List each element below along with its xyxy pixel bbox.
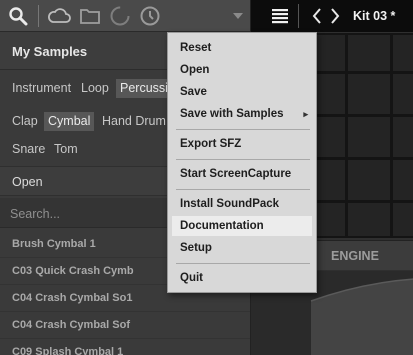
menu-item-save[interactable]: Save [172,82,312,102]
chevron-right-icon[interactable] [330,8,340,27]
library-title: My Samples [12,44,88,59]
tab-cymbal[interactable]: Cymbal [44,112,95,131]
menu-item-label: Save [180,86,207,98]
hamburger-icon[interactable] [272,8,288,27]
menu-item-setup[interactable]: Setup [172,238,312,258]
cloud-icon[interactable] [47,4,71,28]
menu-separator [176,129,310,130]
browser-toolbar [0,0,250,32]
menu-item-export-sfz[interactable]: Export SFZ [172,134,312,154]
pad[interactable] [348,203,390,236]
pad[interactable] [393,117,413,157]
menu-item-label: Export SFZ [180,138,242,150]
menu-item-label: Reset [180,42,212,54]
menu-separator [176,263,310,264]
toolbar-divider [38,5,39,27]
clock-icon[interactable] [138,4,162,28]
header-divider [298,4,299,28]
menu-item-label: Start ScreenCapture [180,168,292,180]
folder-icon[interactable] [78,4,102,28]
tab-loop[interactable]: Loop [77,79,113,98]
menu-item-label: Install SoundPack [180,198,280,210]
pad[interactable] [348,74,390,114]
menu-separator [176,159,310,160]
menu-item-label: Quit [180,272,203,284]
pad[interactable] [393,160,413,200]
menu-item-start-screencapture[interactable]: Start ScreenCapture [172,164,312,184]
menu-item-quit[interactable]: Quit [172,268,312,288]
file-name: C04 Crash Cymbal Sof [12,319,130,331]
menu-item-open[interactable]: Open [172,60,312,80]
file-name: C03 Quick Crash Cymb [12,265,134,277]
file-name: C09 Splash Cymbal 1 [12,346,124,355]
tab-snare[interactable]: Snare [8,140,49,159]
file-name: C04 Crash Cymbal So1 [12,292,133,304]
tab-percussion[interactable]: Percussion [116,79,170,98]
tab-tom[interactable]: Tom [50,140,82,159]
tab-hand-drum[interactable]: Hand Drum [98,112,170,131]
tab-instrument[interactable]: Instrument [8,79,75,98]
menu-item-label: Save with Samples [180,108,284,120]
open-label: Open [12,175,43,189]
tab-clap[interactable]: Clap [8,112,42,131]
pad[interactable] [393,35,413,71]
menu-separator [176,189,310,190]
menu-item-label: Setup [180,242,212,254]
search-icon[interactable] [6,4,30,28]
chevron-left-icon[interactable] [312,8,322,27]
dropdown-arrow-icon[interactable] [230,4,246,28]
menu-item-save-with-samples[interactable]: Save with Samples ▸ [172,104,312,124]
submenu-arrow-icon: ▸ [303,109,308,119]
pad[interactable] [348,160,390,200]
file-name: Brush Cymbal 1 [12,238,96,250]
list-item[interactable]: C09 Splash Cymbal 1 [0,339,250,355]
menu-item-documentation[interactable]: Documentation [172,216,312,236]
menu-item-label: Open [180,64,210,76]
tab-engine[interactable]: ENGINE [331,249,379,263]
menu-item-reset[interactable]: Reset [172,38,312,58]
pad[interactable] [393,203,413,236]
pad[interactable] [393,74,413,114]
menu-item-label: Documentation [180,220,264,232]
kit-name[interactable]: Kit 03 * [353,9,395,23]
list-item[interactable]: C04 Crash Cymbal Sof [0,312,250,339]
circle-arc-icon[interactable] [108,4,132,28]
pad[interactable] [348,35,390,71]
kit-header: Kit 03 * [251,0,413,32]
menu-item-install-soundpack[interactable]: Install SoundPack [172,194,312,214]
main-menu: Reset Open Save Save with Samples ▸ Expo… [167,32,317,293]
pad[interactable] [348,117,390,157]
